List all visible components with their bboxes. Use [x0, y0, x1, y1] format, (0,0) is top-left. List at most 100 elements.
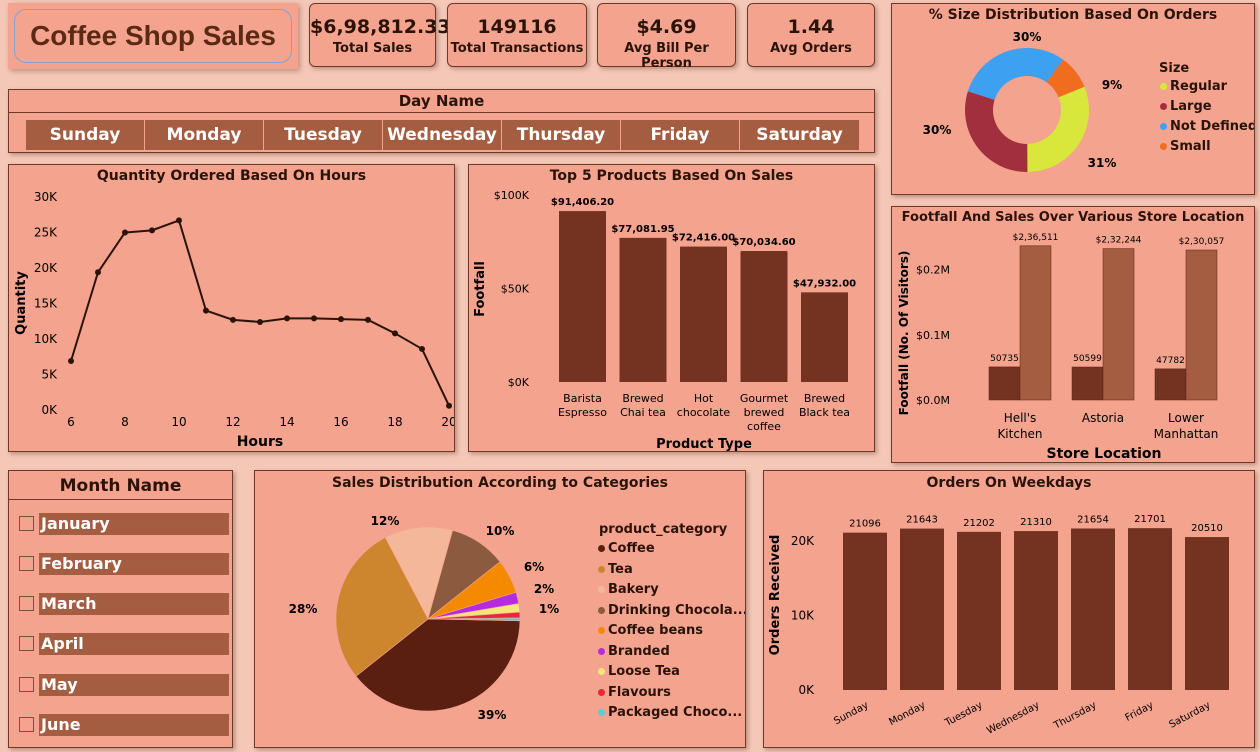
legend-label: Coffee: [608, 541, 655, 556]
top-products-panel: Top 5 Products Based On Sales $0K $50K $10…: [468, 164, 875, 452]
x-axis-label: Store Location: [1046, 446, 1161, 462]
day-button-tuesday[interactable]: Tuesday: [264, 120, 383, 150]
checkbox[interactable]: [19, 717, 34, 732]
legend-label: Branded: [608, 643, 670, 659]
y-tick-label: 30K: [34, 190, 58, 204]
x-tick-label: Manhattan: [1154, 427, 1219, 441]
data-label: 50599: [1073, 354, 1102, 364]
x-tick-label: Kitchen: [997, 427, 1042, 441]
legend-title: product_category: [599, 522, 728, 537]
kpi-total-sales: $6,98,812.33 Total Sales: [309, 3, 451, 67]
data-label: 6%: [524, 560, 544, 574]
bar: [740, 251, 788, 382]
donut-slice: [1027, 86, 1089, 172]
day-button-monday[interactable]: Monday: [145, 120, 264, 150]
legend-item: Packaged Choco...: [598, 705, 742, 720]
x-tick-label: Chai tea: [620, 406, 666, 419]
data-label: $2,32,244: [1096, 236, 1142, 246]
checkbox[interactable]: [19, 556, 34, 571]
data-point: [392, 330, 398, 337]
slicer-divider: [9, 112, 874, 113]
y-tick-label: 25K: [34, 226, 58, 240]
bar: [680, 246, 727, 382]
data-point: [95, 269, 101, 276]
legend-swatch: [1160, 123, 1167, 130]
x-tick-label: Barista: [563, 392, 602, 405]
day-button-friday[interactable]: Friday: [621, 120, 740, 150]
x-tick-label: 10: [171, 415, 186, 429]
data-point: [365, 316, 371, 323]
bar: [988, 366, 1021, 401]
day-button-sunday[interactable]: Sunday: [26, 120, 145, 150]
y-tick-label: 10K: [791, 608, 815, 622]
day-button-wednesday[interactable]: Wednesday: [383, 120, 502, 150]
data-point: [419, 345, 425, 352]
legend-item: Coffee beans: [598, 623, 703, 638]
legend-swatch: [598, 627, 605, 634]
data-label: 30%: [1013, 30, 1042, 44]
legend-item: Drinking Chocola...: [598, 603, 745, 618]
bar: [1071, 366, 1104, 401]
kpi-value: 149116: [477, 16, 557, 38]
checkbox[interactable]: [19, 636, 34, 651]
x-tick-label: Hot: [694, 392, 714, 405]
y-tick-label: 0K: [41, 403, 58, 417]
data-label: 20510: [1191, 523, 1223, 534]
x-tick-label: chocolate: [677, 406, 731, 419]
x-tick-label: Espresso: [558, 406, 607, 419]
x-tick-label: Hell's: [1004, 411, 1037, 425]
y-tick-label: 5K: [41, 368, 58, 382]
data-label: 21654: [1077, 514, 1109, 525]
kpi-label: Total Transactions: [450, 41, 584, 56]
data-point: [338, 316, 344, 323]
x-axis-label: Product Type: [656, 437, 752, 452]
kpi-total-transactions: 149116 Total Transactions: [447, 3, 587, 67]
kpi-label: Total Sales: [332, 41, 413, 56]
y-tick-label: $50K: [501, 283, 530, 296]
data-label: 9%: [1102, 78, 1122, 92]
bar: [1154, 368, 1187, 401]
weekday-orders-panel: Orders On Weekdays 0K 10K 20K Orders Receiv…: [763, 470, 1255, 748]
data-label: $70,034.60: [732, 237, 795, 248]
day-button-thursday[interactable]: Thursday: [502, 120, 621, 150]
x-tick-label: coffee: [747, 420, 781, 433]
y-tick-label: 0K: [798, 683, 815, 697]
kpi-value: $6,98,812.33: [310, 16, 451, 38]
legend-label: Small: [1170, 139, 1211, 154]
data-label: $72,416.00: [672, 233, 735, 244]
y-axis-label: Orders Received: [768, 535, 783, 656]
title-card: Coffee Shop Sales: [8, 3, 298, 69]
data-point: [122, 229, 128, 236]
day-button-saturday[interactable]: Saturday: [740, 120, 859, 150]
kpi-value: 1.44: [787, 16, 835, 38]
x-tick-label: Astoria: [1082, 411, 1124, 425]
legend-label: Packaged Choco...: [608, 705, 743, 720]
checkbox[interactable]: [19, 677, 34, 692]
month-label: May: [39, 674, 229, 696]
data-label: 21701: [1134, 514, 1166, 525]
data-point: [311, 315, 317, 322]
legend-item: Loose Tea: [598, 664, 680, 679]
legend-label: Flavours: [608, 684, 671, 700]
bar: [1071, 528, 1115, 690]
data-label: 21096: [849, 519, 881, 530]
y-tick-label: 20K: [34, 261, 58, 275]
legend-label: Tea: [608, 561, 633, 577]
bar: [801, 292, 848, 382]
month-label: June: [39, 714, 229, 736]
legend-item: Coffee: [598, 541, 655, 556]
data-label: 31%: [1088, 156, 1117, 170]
checkbox[interactable]: [19, 596, 34, 611]
legend-item: Regular: [1160, 79, 1227, 94]
kpi-value: $4.69: [636, 16, 697, 38]
kpi-label: Avg Bill Per Person: [624, 41, 709, 71]
y-tick-label: $0.1M: [916, 329, 950, 342]
x-tick-label: 8: [121, 415, 129, 429]
data-label: 30%: [923, 123, 952, 137]
checkbox[interactable]: [19, 516, 34, 531]
legend-label: Coffee beans: [608, 623, 704, 638]
x-axis-label: Hours: [237, 434, 284, 450]
page-title: Coffee Shop Sales: [14, 9, 292, 63]
data-label: 50735: [990, 354, 1019, 364]
bar: [1014, 531, 1058, 690]
